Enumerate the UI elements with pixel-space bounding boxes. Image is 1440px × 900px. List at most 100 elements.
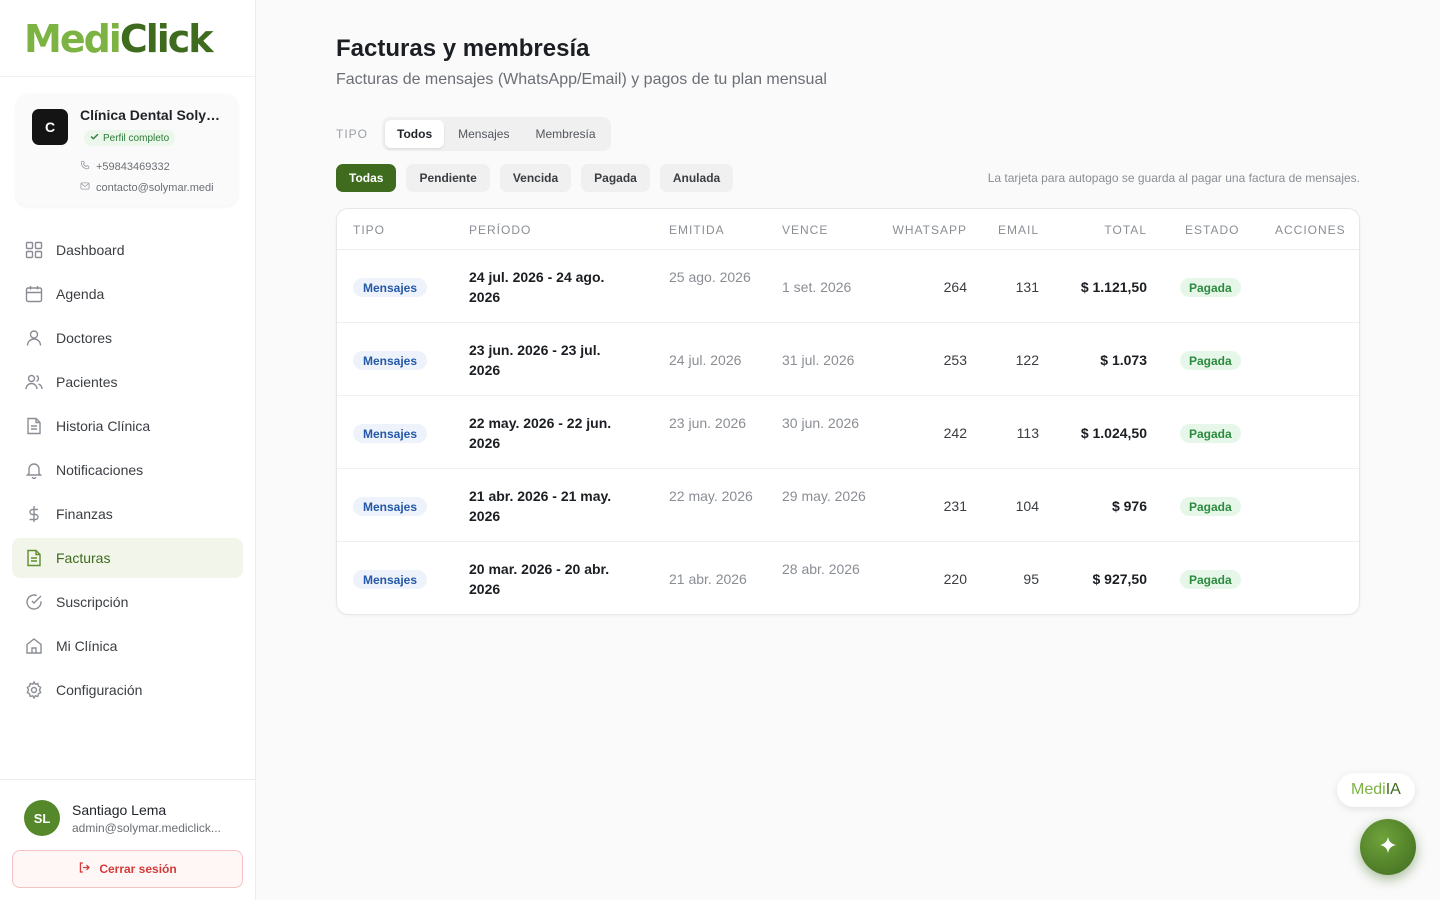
assistant-label-part1: Medi bbox=[1351, 781, 1386, 798]
status-chip-pagada[interactable]: Pagada bbox=[581, 164, 650, 192]
type-badge: Mensajes bbox=[353, 424, 428, 443]
home-icon bbox=[24, 636, 44, 656]
sidebar-item-label: Suscripción bbox=[56, 594, 129, 610]
status-chip-todas[interactable]: Todas bbox=[336, 164, 397, 192]
logout-button[interactable]: Cerrar sesión bbox=[12, 850, 243, 888]
email-count: 131 bbox=[1015, 279, 1039, 295]
whatsapp-count: 242 bbox=[943, 425, 967, 441]
user-area: SL Santiago Lema admin@solymar.mediclick… bbox=[0, 779, 256, 900]
status-chip-anulada[interactable]: Anulada bbox=[659, 164, 734, 192]
type-filter: TIPO Todos Mensajes Membresía bbox=[336, 116, 611, 152]
table-row[interactable]: Mensajes 21 abr. 2026 - 21 may. 2026 22 … bbox=[337, 469, 1359, 542]
status-badge: Pagada bbox=[1180, 497, 1241, 516]
clinic-phone-text: +59843469332 bbox=[96, 160, 170, 173]
email-count: 113 bbox=[1016, 425, 1039, 441]
assistant-label-part2: IA bbox=[1385, 781, 1401, 798]
sidebar-nav: Dashboard Agenda Doctores Pacientes Hist… bbox=[12, 230, 243, 714]
type-filter-label: TIPO bbox=[336, 127, 369, 141]
sidebar-item-suscripcion[interactable]: Suscripción bbox=[12, 582, 243, 622]
sidebar-item-agenda[interactable]: Agenda bbox=[12, 274, 243, 314]
header-vence: VENCE bbox=[782, 223, 829, 237]
type-option-membresia[interactable]: Membresía bbox=[523, 120, 607, 148]
logout-icon bbox=[78, 861, 91, 877]
total-amount: $ 927,50 bbox=[1092, 571, 1148, 587]
gear-icon bbox=[24, 680, 44, 700]
sidebar-item-label: Agenda bbox=[56, 286, 105, 302]
whatsapp-count: 253 bbox=[943, 352, 967, 368]
table-header: TIPO PERÍODO EMITIDA VENCE WHATSAPP EMAI… bbox=[337, 209, 1359, 250]
status-badge: Pagada bbox=[1180, 424, 1241, 443]
table-row[interactable]: Mensajes 23 jun. 2026 - 23 jul. 2026 24 … bbox=[337, 323, 1359, 396]
calendar-icon bbox=[24, 284, 44, 304]
sidebar-item-dashboard[interactable]: Dashboard bbox=[12, 230, 243, 270]
sidebar-item-label: Mi Clínica bbox=[56, 638, 118, 654]
clinic-avatar: C bbox=[32, 109, 68, 145]
sidebar-item-finanzas[interactable]: Finanzas bbox=[12, 494, 243, 534]
dollar-icon bbox=[24, 504, 44, 524]
sidebar-item-notificaciones[interactable]: Notificaciones bbox=[12, 450, 243, 490]
sidebar-item-label: Finanzas bbox=[56, 506, 113, 522]
status-chip-pendiente[interactable]: Pendiente bbox=[406, 164, 490, 192]
assistant-button[interactable] bbox=[1360, 819, 1416, 875]
status-badge: Pagada bbox=[1180, 570, 1241, 589]
sidebar-item-label: Dashboard bbox=[56, 242, 125, 258]
brand-logo[interactable]: MediClick bbox=[0, 0, 255, 77]
check-circle-icon bbox=[24, 592, 44, 612]
period-cell: 24 jul. 2026 - 24 ago. 2026 bbox=[469, 269, 605, 305]
invoice-icon bbox=[24, 548, 44, 568]
profile-complete-badge: Perfil completo bbox=[84, 130, 176, 146]
brand-logo-part1: Medi bbox=[24, 17, 122, 61]
brand-logo-part2: Click bbox=[119, 17, 214, 61]
table-row[interactable]: Mensajes 20 mar. 2026 - 20 abr. 2026 21 … bbox=[337, 542, 1359, 614]
type-option-mensajes[interactable]: Mensajes bbox=[446, 120, 521, 148]
page-title: Facturas y membresía bbox=[336, 35, 590, 62]
email-count: 95 bbox=[1023, 571, 1039, 587]
issued-cell: 22 may. 2026 bbox=[669, 488, 753, 504]
profile-complete-label: Perfil completo bbox=[103, 132, 170, 144]
period-cell: 23 jun. 2026 - 23 jul. 2026 bbox=[469, 342, 601, 378]
due-cell: 1 set. 2026 bbox=[782, 279, 852, 295]
assistant-label[interactable]: Medi IA bbox=[1337, 773, 1415, 807]
avatar[interactable]: SL bbox=[24, 800, 60, 836]
header-email: EMAIL bbox=[997, 223, 1039, 237]
due-cell: 29 may. 2026 bbox=[782, 488, 866, 504]
invoices-table: TIPO PERÍODO EMITIDA VENCE WHATSAPP EMAI… bbox=[336, 208, 1360, 615]
type-option-todos[interactable]: Todos bbox=[385, 120, 445, 148]
table-row[interactable]: Mensajes 24 jul. 2026 - 24 ago. 2026 25 … bbox=[337, 250, 1359, 323]
sidebar-item-configuracion[interactable]: Configuración bbox=[12, 670, 243, 710]
sidebar-item-label: Doctores bbox=[56, 330, 113, 346]
sidebar-item-historia-clinica[interactable]: Historia Clínica bbox=[12, 406, 243, 446]
clinic-card[interactable]: C Clínica Dental Solymar Perfil completo… bbox=[16, 94, 238, 206]
sidebar-item-label: Configuración bbox=[56, 682, 143, 698]
sidebar-item-pacientes[interactable]: Pacientes bbox=[12, 362, 243, 402]
header-estado: ESTADO bbox=[1185, 223, 1240, 237]
clinic-phone: +59843469332 bbox=[80, 160, 230, 173]
page-subtitle: Facturas de mensajes (WhatsApp/Email) y … bbox=[336, 71, 827, 88]
status-chip-vencida[interactable]: Vencida bbox=[499, 164, 572, 192]
sidebar-item-mi-clinica[interactable]: Mi Clínica bbox=[12, 626, 243, 666]
whatsapp-count: 220 bbox=[943, 571, 967, 587]
sidebar-item-doctores[interactable]: Doctores bbox=[12, 318, 243, 358]
status-filter: Todas Pendiente Vencida Pagada Anulada bbox=[336, 164, 734, 192]
table-row[interactable]: Mensajes 22 may. 2026 - 22 jun. 2026 23 … bbox=[337, 396, 1359, 469]
file-text-icon bbox=[24, 416, 44, 436]
header-tipo: TIPO bbox=[353, 223, 386, 237]
whatsapp-count: 231 bbox=[943, 498, 967, 514]
period-cell: 21 abr. 2026 - 21 may. 2026 bbox=[469, 488, 612, 524]
issued-cell: 25 ago. 2026 bbox=[669, 269, 751, 285]
grid-icon bbox=[24, 240, 44, 260]
header-acciones: ACCIONES bbox=[1275, 223, 1346, 237]
sidebar: MediClick C Clínica Dental Solymar Perfi… bbox=[0, 0, 256, 900]
type-segmented-control: Todos Mensajes Membresía bbox=[382, 117, 611, 151]
sidebar-item-label: Notificaciones bbox=[56, 462, 144, 478]
email-count: 104 bbox=[1015, 498, 1039, 514]
total-amount: $ 1.121,50 bbox=[1080, 279, 1147, 295]
due-cell: 30 jun. 2026 bbox=[782, 415, 860, 431]
sparkle-icon bbox=[1378, 835, 1398, 860]
check-icon bbox=[90, 132, 99, 144]
total-amount: $ 1.073 bbox=[1100, 352, 1147, 368]
bell-icon bbox=[24, 460, 44, 480]
total-amount: $ 976 bbox=[1111, 498, 1147, 514]
sidebar-item-facturas[interactable]: Facturas bbox=[12, 538, 243, 578]
sidebar-item-label: Pacientes bbox=[56, 374, 118, 390]
